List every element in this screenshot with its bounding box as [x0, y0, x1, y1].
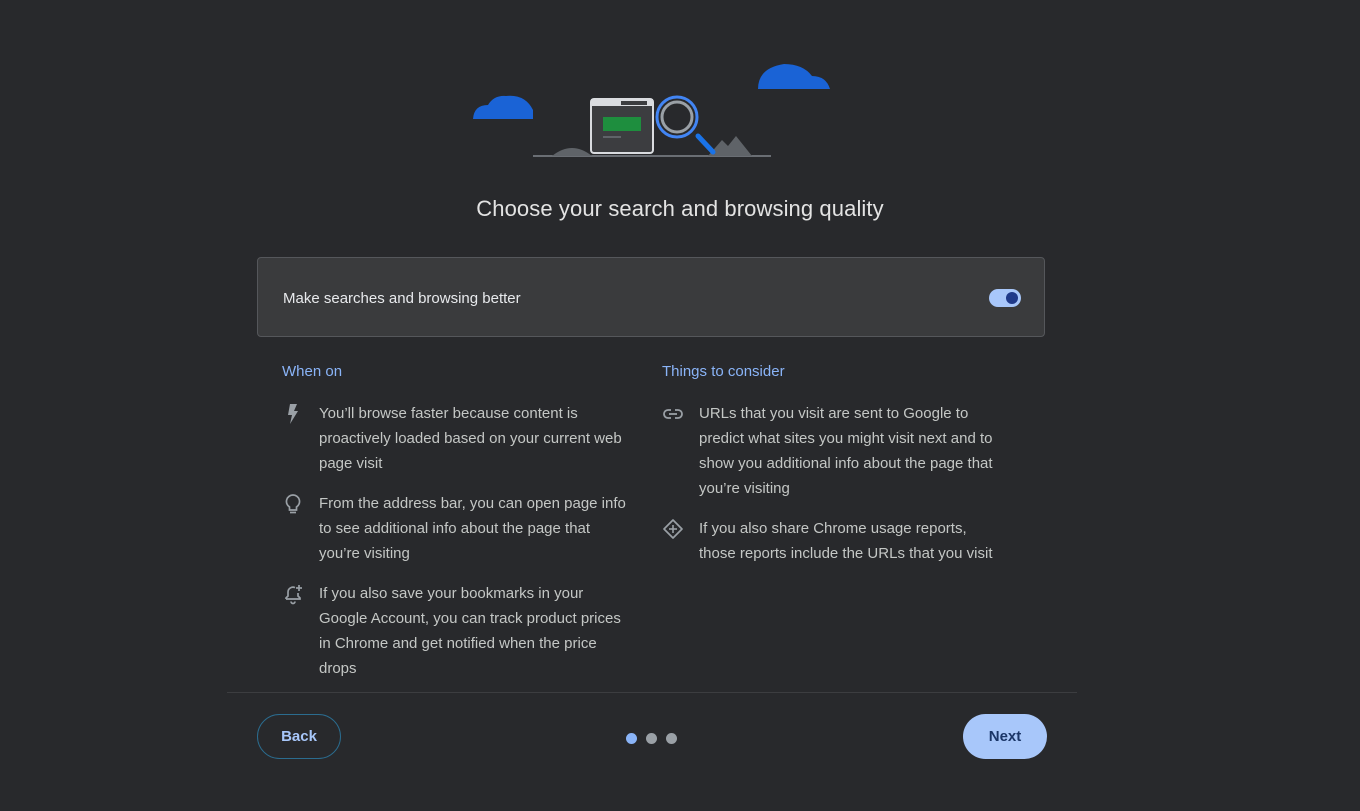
things-to-consider-column: Things to consider URLs that you visit a… — [662, 362, 1007, 581]
price-alert-bell-icon — [285, 585, 302, 605]
item-text: URLs that you visit are sent to Google t… — [699, 405, 993, 497]
list-item: If you also share Chrome usage reports, … — [662, 516, 1007, 566]
item-text: From the address bar, you can open page … — [319, 495, 626, 562]
lightbulb-icon — [285, 494, 301, 514]
when-on-column: When on You’ll browse faster because con… — [282, 362, 627, 696]
back-button[interactable]: Back — [257, 714, 341, 759]
step-dot — [646, 733, 657, 744]
when-on-heading: When on — [282, 363, 343, 380]
things-to-consider-heading: Things to consider — [662, 363, 785, 380]
step-dot — [666, 733, 677, 744]
list-item: From the address bar, you can open page … — [282, 491, 627, 566]
step-indicator — [626, 731, 686, 744]
sync-setup-page: Choose your search and browsing quality … — [0, 0, 1360, 811]
usage-reports-icon — [663, 519, 683, 539]
next-button[interactable]: Next — [963, 714, 1047, 759]
footer-divider — [227, 692, 1077, 693]
step-dot-current — [626, 733, 637, 744]
item-text: You’ll browse faster because content is … — [319, 405, 622, 472]
search-browsing-illustration — [473, 64, 830, 157]
item-text: If you also share Chrome usage reports, … — [699, 520, 993, 562]
list-item: URLs that you visit are sent to Google t… — [662, 401, 1007, 501]
make-searches-better-card: Make searches and browsing better — [257, 257, 1045, 337]
lightning-icon — [288, 404, 298, 424]
link-icon — [663, 409, 683, 419]
toggle-knob — [1006, 292, 1018, 304]
make-searches-better-toggle[interactable] — [989, 289, 1021, 307]
list-item: If you also save your bookmarks in your … — [282, 581, 627, 681]
page-title: Choose your search and browsing quality — [476, 196, 884, 221]
list-item: You’ll browse faster because content is … — [282, 401, 627, 476]
item-text: If you also save your bookmarks in your … — [319, 585, 621, 677]
toggle-label: Make searches and browsing better — [283, 290, 521, 307]
